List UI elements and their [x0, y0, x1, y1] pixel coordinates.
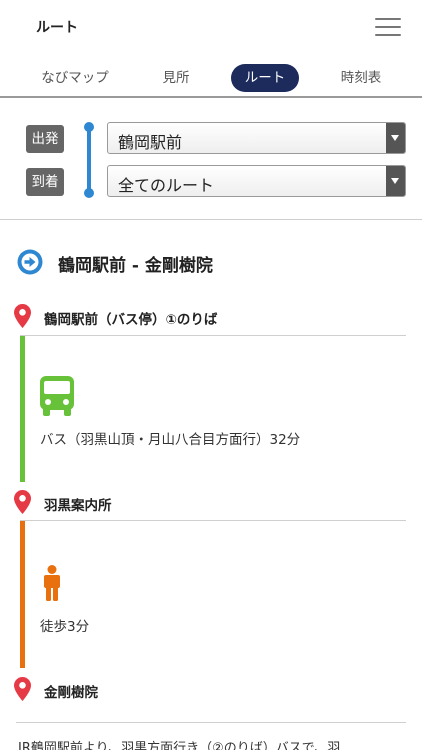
map-pin-icon	[14, 304, 31, 328]
arrival-label: 到着	[26, 168, 64, 196]
segment-color-bar	[20, 521, 25, 668]
route-segment-walk: 徒歩3分	[20, 520, 406, 668]
route-search-form: 出発 到着 鶴岡駅前 全てのルート	[0, 98, 422, 220]
stop-item: 鶴岡駅前（バス停）①のりば	[0, 298, 422, 334]
tab-route[interactable]: ルート	[231, 64, 299, 92]
route-connector-icon	[84, 122, 94, 198]
route-title-row: 鶴岡駅前 - 金剛樹院	[0, 240, 422, 284]
tab-navi-map[interactable]: なびマップ	[30, 64, 120, 92]
route-segment-bus: バス（羽黒山頂・月山八合目方面行）32分	[20, 335, 406, 482]
page-title: ルート	[36, 20, 78, 36]
chevron-down-icon	[386, 123, 405, 153]
tab-bar: なびマップ 見所 ルート 時刻表	[0, 60, 422, 98]
departure-select[interactable]: 鶴岡駅前	[107, 122, 406, 154]
walking-person-icon	[44, 565, 60, 601]
tab-timetable[interactable]: 時刻表	[326, 64, 396, 92]
departure-label: 出発	[26, 125, 64, 153]
route-description: JR鶴岡駅前より、羽黒方面行き（②のりば）バスで、羽	[18, 741, 341, 750]
stop-item: 羽黒案内所	[0, 484, 422, 520]
stop-name: 鶴岡駅前（バス停）①のりば	[44, 312, 218, 328]
stop-name: 金剛樹院	[44, 685, 98, 701]
bus-icon	[40, 376, 74, 416]
arrival-select[interactable]: 全てのルート	[107, 165, 406, 197]
chevron-down-icon	[386, 166, 405, 196]
segment-description: 徒歩3分	[40, 619, 90, 635]
departure-select-value: 鶴岡駅前	[118, 133, 183, 152]
stop-name: 羽黒案内所	[44, 498, 112, 514]
map-pin-icon	[14, 490, 31, 514]
stop-item: 金剛樹院	[0, 671, 422, 707]
map-pin-icon	[14, 677, 31, 701]
arrival-select-value: 全てのルート	[118, 176, 215, 195]
tab-sights[interactable]: 見所	[145, 64, 207, 92]
segment-description: バス（羽黒山頂・月山八合目方面行）32分	[40, 432, 301, 448]
segment-color-bar	[20, 336, 25, 482]
divider	[16, 722, 406, 723]
circle-arrow-right-icon	[17, 249, 43, 275]
route-title: 鶴岡駅前 - 金剛樹院	[58, 256, 213, 276]
hamburger-menu-icon[interactable]	[375, 16, 401, 38]
app-header: ルート	[0, 0, 422, 52]
